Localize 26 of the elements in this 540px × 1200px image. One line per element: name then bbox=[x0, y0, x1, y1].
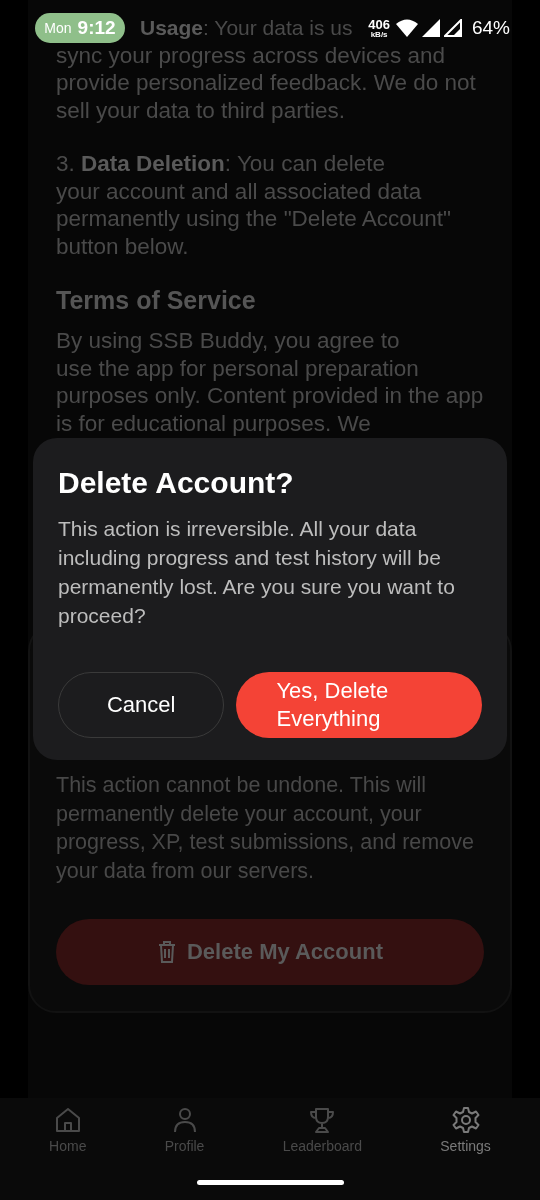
wifi-icon bbox=[395, 19, 418, 37]
trash-icon bbox=[157, 940, 177, 964]
settings-icon bbox=[451, 1106, 480, 1134]
status-time: 9:12 bbox=[77, 17, 116, 39]
warning-text: This action cannot be undone. This will permanently delete your account, your progress, XP, test submissions, and remove your data from our servers. bbox=[56, 772, 475, 885]
delete-account-button[interactable]: Delete My Account bbox=[56, 919, 484, 985]
battery-level: 64% bbox=[471, 17, 510, 39]
terms-paragraph: By using SSB Buddy, you agree to use the app for personal preparation purposes only. Content provided in the app is for educational purposes. We bbox=[56, 327, 484, 437]
dialog-message: This action is irreversible. All your data including progress and test history will be permanently lost. Are you sure you want to proceed? bbox=[58, 516, 456, 629]
dialog-title: Delete Account? bbox=[58, 466, 295, 500]
policy-paragraph: sync your progress across devices and provide personalized feedback. We do not sell your data to third parties. bbox=[56, 41, 477, 124]
network-speed: 406 bbox=[368, 17, 390, 31]
section-heading: Terms of Service bbox=[56, 286, 257, 315]
network-unit: kB/s bbox=[370, 30, 388, 39]
confirm-delete-button[interactable]: Yes, Delete Everything bbox=[236, 672, 482, 738]
policy-paragraph: 3. Data Deletion: You can delete your account and all associated data permanently using the "Delete Account" button below. bbox=[56, 150, 452, 260]
home-icon bbox=[53, 1106, 82, 1134]
nav-tab[interactable]: Profile bbox=[158, 1106, 211, 1164]
nav-tab[interactable]: Home bbox=[43, 1106, 93, 1164]
status-day: Mon bbox=[44, 20, 72, 36]
signal-icon bbox=[443, 19, 462, 37]
nav-tab[interactable]: Settings bbox=[434, 1106, 497, 1164]
trophy-icon bbox=[308, 1106, 337, 1134]
signal-icon bbox=[421, 19, 440, 37]
policy-text: Usage: Your data is us bbox=[140, 15, 353, 41]
nav-tab[interactable]: Leaderboard bbox=[276, 1106, 369, 1164]
